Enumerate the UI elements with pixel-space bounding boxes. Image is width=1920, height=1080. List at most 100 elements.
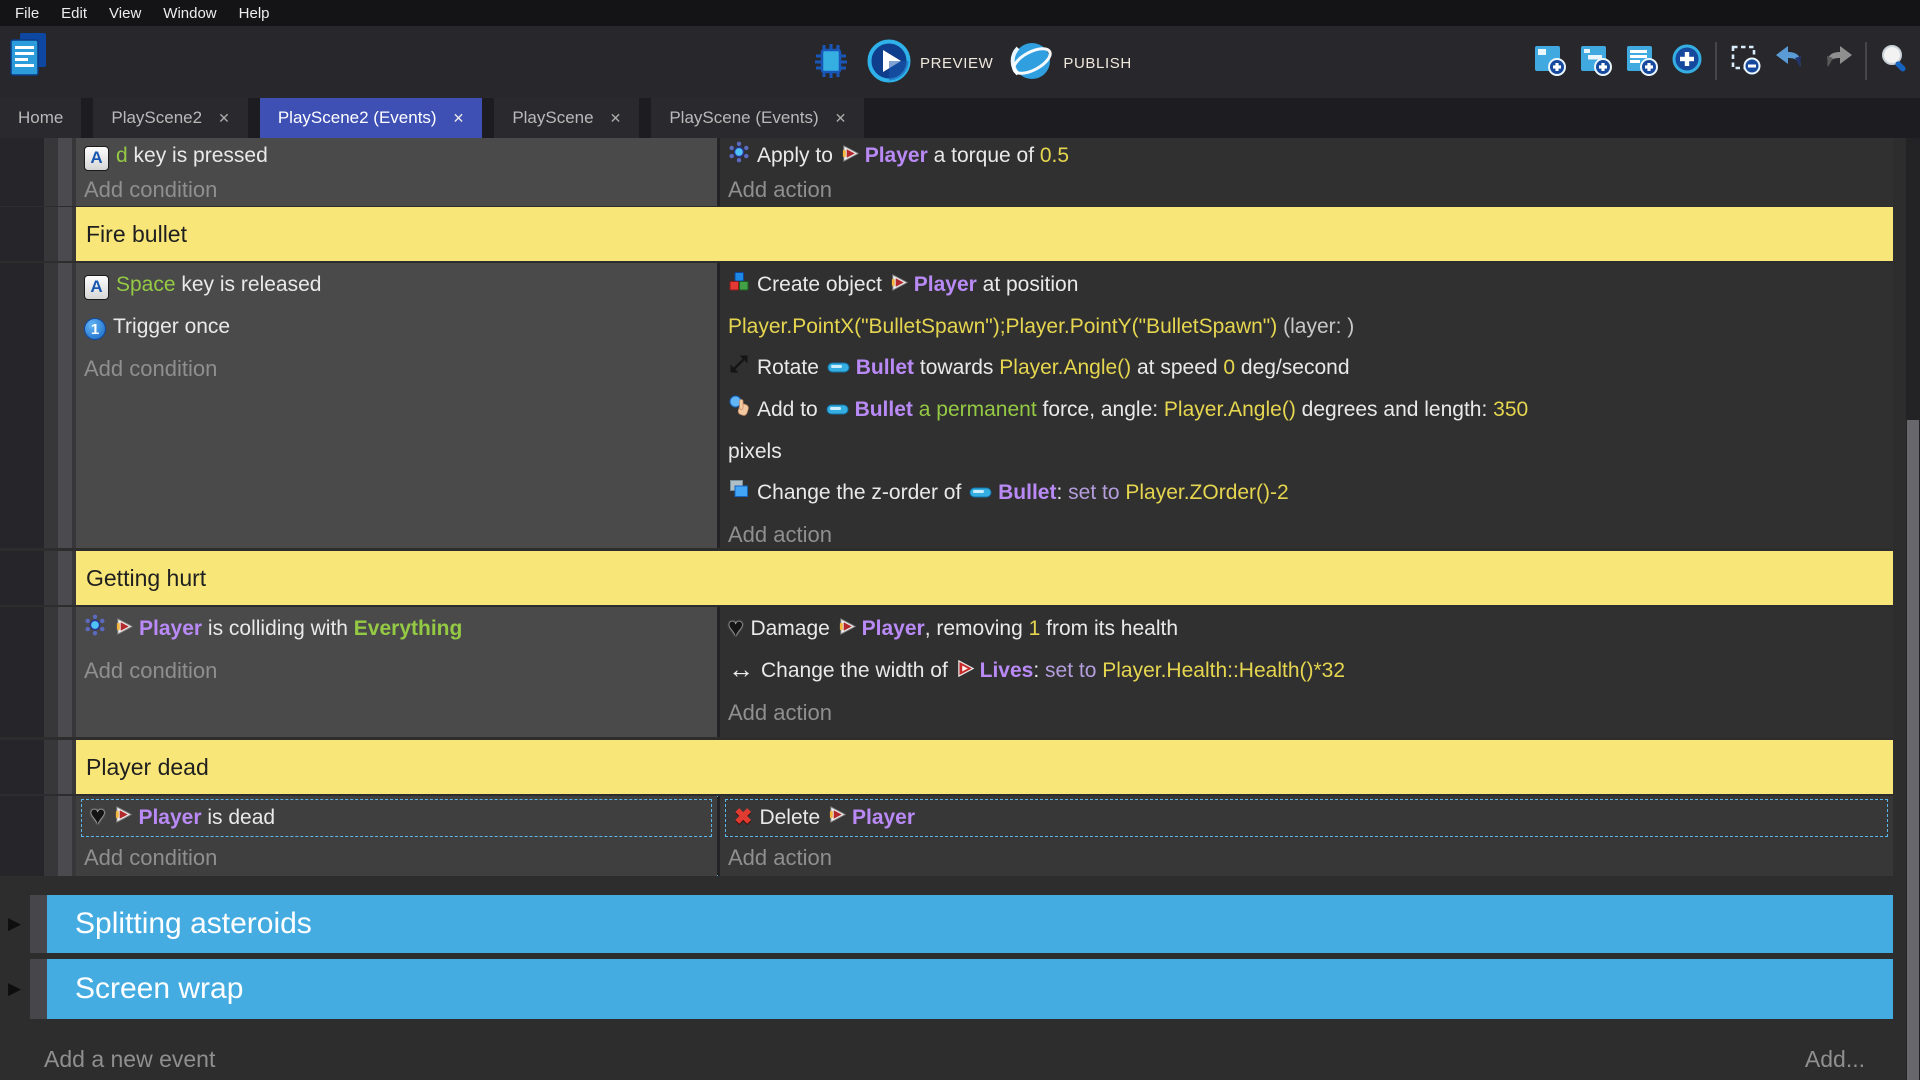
force-icon: [728, 390, 750, 431]
publish-button[interactable]: PUBLISH: [1009, 38, 1131, 89]
group-bar-fire-bullet[interactable]: Fire bullet: [76, 207, 1893, 261]
menu-file[interactable]: File: [4, 5, 50, 22]
menu-view[interactable]: View: [98, 5, 152, 22]
drag-handle[interactable]: [44, 740, 76, 794]
actions-cell[interactable]: Create object Player at position Player.…: [720, 263, 1893, 548]
add-comment-icon: [1624, 42, 1658, 81]
event-line[interactable]: ✖Delete Player: [726, 800, 1887, 836]
remove-event-button[interactable]: [1722, 38, 1768, 84]
actions-cell[interactable]: ✖Delete PlayerAdd action: [720, 796, 1893, 876]
group-row: Player dead: [0, 740, 1893, 794]
add-more-button[interactable]: Add...: [1805, 1038, 1865, 1080]
tab-playscene-events-[interactable]: PlayScene (Events) ✕: [651, 98, 864, 138]
player-ship-icon: [838, 609, 857, 650]
text-seg: 0.5: [1040, 144, 1069, 167]
drag-handle[interactable]: [44, 263, 76, 548]
drag-handle[interactable]: [44, 796, 76, 876]
publish-globe-icon: [1009, 38, 1055, 89]
add-circle-button[interactable]: [1664, 38, 1710, 84]
vertical-scrollbar[interactable]: [1906, 138, 1920, 1080]
add-event-button[interactable]: [1526, 38, 1572, 84]
scrollbar-thumb[interactable]: [1907, 420, 1919, 1080]
text-seg: Player.Health::Health()*32: [1102, 659, 1345, 682]
event-line[interactable]: ♥Damage Player, removing 1 from its heal…: [720, 608, 1893, 650]
redo-button[interactable]: [1814, 38, 1860, 84]
actions-cell[interactable]: ♥Damage Player, removing 1 from its heal…: [720, 607, 1893, 737]
add-subevent-button[interactable]: [1572, 38, 1618, 84]
event-line[interactable]: Create object Player at position Player.…: [720, 264, 1893, 347]
menu-window[interactable]: Window: [152, 5, 227, 22]
add-action[interactable]: Add action: [720, 837, 1893, 876]
event-line[interactable]: Change the z-order of Bullet: set to Pla…: [720, 472, 1893, 514]
preview-button[interactable]: PREVIEW: [866, 38, 993, 89]
tab-playscene2-events-[interactable]: PlayScene2 (Events) ✕: [260, 98, 482, 138]
row-gutter: [0, 207, 44, 261]
group-bar-getting-hurt[interactable]: Getting hurt: [76, 551, 1893, 605]
sheet-footer: Add a new event Add...: [0, 1038, 1893, 1080]
actions-cell[interactable]: Apply to Player a torque of 0.5Add actio…: [720, 138, 1893, 206]
tab-playscene2[interactable]: PlayScene2 ✕: [93, 98, 247, 138]
tab-home[interactable]: Home: [0, 98, 81, 138]
search-button[interactable]: [1872, 38, 1918, 84]
event-row[interactable]: ASpace key is released1Trigger onceAdd c…: [0, 263, 1893, 548]
event-line[interactable]: 1Trigger once: [76, 306, 717, 348]
text-seg: at speed: [1131, 356, 1223, 379]
add-condition[interactable]: Add condition: [76, 650, 717, 691]
group-row: ▶ Screen wrap: [0, 959, 1893, 1019]
collapse-arrow-icon[interactable]: ▶: [8, 914, 21, 934]
add-action[interactable]: Add action: [720, 514, 1893, 548]
drag-handle[interactable]: [44, 551, 76, 605]
rotate-icon: [728, 348, 750, 389]
conditions-cell[interactable]: Ad key is pressedAdd condition: [76, 138, 717, 206]
text-seg: Trigger once: [113, 315, 230, 338]
group-bar-splitting-asteroids[interactable]: Splitting asteroids: [47, 895, 1893, 953]
group-bar-screen-wrap[interactable]: Screen wrap: [47, 959, 1893, 1019]
tab-playscene[interactable]: PlayScene✕: [494, 98, 639, 138]
project-manager-button[interactable]: [8, 31, 50, 82]
event-line[interactable]: Player is colliding with Everything: [76, 608, 717, 650]
conditions-cell[interactable]: Player is colliding with EverythingAdd c…: [76, 607, 717, 737]
event-line[interactable]: Ad key is pressed: [76, 139, 717, 173]
tab-label: PlayScene2: [111, 108, 202, 128]
tab-label: PlayScene2 (Events): [278, 108, 437, 128]
close-icon[interactable]: ✕: [218, 110, 230, 127]
close-icon[interactable]: ✕: [453, 110, 465, 127]
close-icon[interactable]: ✕: [835, 110, 847, 127]
menu-help[interactable]: Help: [228, 5, 281, 22]
add-condition[interactable]: Add condition: [76, 173, 717, 206]
event-line[interactable]: ♥Player is dead: [82, 800, 711, 836]
event-line[interactable]: ASpace key is released: [76, 264, 717, 306]
event-line[interactable]: ↔Change the width of Lives: set to Playe…: [720, 650, 1893, 692]
add-condition[interactable]: Add condition: [76, 837, 717, 876]
event-row[interactable]: ♥Player is deadAdd condition✖Delete Play…: [0, 796, 1893, 876]
group-bar-player-dead[interactable]: Player dead: [76, 740, 1893, 794]
add-comment-button[interactable]: [1618, 38, 1664, 84]
menu-edit[interactable]: Edit: [50, 5, 98, 22]
event-row[interactable]: Player is colliding with EverythingAdd c…: [0, 607, 1893, 737]
text-seg: Lives: [980, 659, 1034, 682]
add-condition[interactable]: Add condition: [76, 348, 717, 389]
text-seg: Player: [138, 806, 201, 829]
tab-label: PlayScene (Events): [669, 108, 818, 128]
debug-button[interactable]: [812, 42, 850, 85]
event-line[interactable]: Rotate Bullet towards Player.Angle() at …: [720, 347, 1893, 389]
collapse-arrow-icon[interactable]: ▶: [8, 979, 21, 999]
add-action[interactable]: Add action: [720, 692, 1893, 733]
text-seg: degrees and length:: [1296, 398, 1493, 421]
conditions-cell[interactable]: ♥Player is deadAdd condition: [76, 796, 717, 876]
add-new-event-button[interactable]: Add a new event: [44, 1038, 215, 1080]
add-action[interactable]: Add action: [720, 173, 1893, 206]
event-row[interactable]: Ad key is pressedAdd conditionApply to P…: [0, 138, 1893, 206]
drag-handle[interactable]: [44, 207, 76, 261]
conditions-cell[interactable]: ASpace key is released1Trigger onceAdd c…: [76, 263, 717, 548]
drag-handle[interactable]: [44, 138, 76, 206]
add-event-icon: [1532, 42, 1566, 81]
undo-button[interactable]: [1768, 38, 1814, 84]
event-line[interactable]: Add to Bullet a permanent force, angle: …: [720, 389, 1893, 472]
row-gutter: [30, 895, 47, 953]
heart-icon: ♥: [90, 800, 105, 836]
drag-handle[interactable]: [44, 607, 76, 737]
close-icon[interactable]: ✕: [610, 110, 622, 127]
event-line[interactable]: Apply to Player a torque of 0.5: [720, 139, 1893, 173]
group-row: ▶ Splitting asteroids: [0, 895, 1893, 953]
